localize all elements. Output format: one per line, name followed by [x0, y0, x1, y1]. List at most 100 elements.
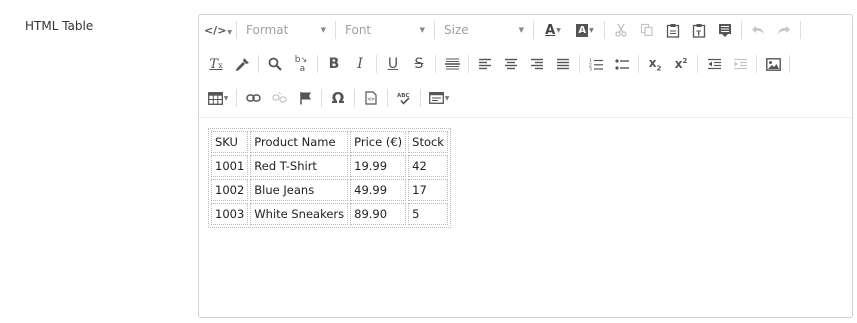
table-cell-stock[interactable]: 5	[408, 203, 448, 225]
bold-button[interactable]: B	[321, 52, 347, 76]
remove-format-icon: Tx	[209, 56, 223, 72]
chevron-down-icon: ▼	[419, 26, 425, 34]
increase-indent-button[interactable]	[727, 52, 753, 76]
table-cell-sku[interactable]: 1003	[211, 203, 249, 225]
spell-check-button[interactable]: ABC	[391, 86, 417, 110]
align-left-button[interactable]	[472, 52, 498, 76]
separator	[579, 55, 580, 73]
table-cell-sku[interactable]: 1002	[211, 179, 249, 201]
editor-toolbar: </>▼ Format ▼ Font ▼ Size ▼ A ▼ A ▼ T Tx…	[199, 15, 852, 115]
chevron-down-icon: ▼	[589, 26, 594, 34]
table-row: 1001 Red T-Shirt 19.99 42	[211, 155, 448, 177]
source-code-button[interactable]: </>▼	[203, 18, 233, 42]
table-cell-price[interactable]: 49.99	[350, 179, 407, 201]
iframe-button[interactable]: <>	[358, 86, 384, 110]
find-button[interactable]	[262, 52, 288, 76]
paste-text-icon: T	[692, 23, 706, 38]
bullet-list-icon	[614, 58, 629, 70]
svg-text:<>: <>	[368, 96, 376, 103]
unlink-icon	[271, 92, 287, 103]
align-justify-button[interactable]	[550, 52, 576, 76]
anchor-button[interactable]	[292, 86, 318, 110]
format-dropdown[interactable]: Format ▼	[240, 18, 332, 42]
strikethrough-icon: S	[414, 56, 424, 72]
table-cell-stock[interactable]: 17	[408, 179, 448, 201]
remove-link-button[interactable]	[266, 86, 292, 110]
undo-button[interactable]	[745, 18, 771, 42]
template-icon	[428, 92, 444, 104]
decrease-indent-button[interactable]	[701, 52, 727, 76]
bold-icon: B	[328, 56, 340, 72]
header-cell-stock[interactable]: Stock	[408, 131, 448, 153]
underline-button[interactable]: U	[380, 52, 406, 76]
paste-text-button[interactable]: T	[686, 18, 712, 42]
header-cell-product-name[interactable]: Product Name	[250, 131, 349, 153]
horizontal-line-icon	[444, 58, 460, 70]
table-row: 1002 Blue Jeans 49.99 17	[211, 179, 448, 201]
separator	[387, 89, 388, 107]
special-character-button[interactable]: Ω	[325, 86, 351, 110]
size-dropdown[interactable]: Size ▼	[438, 18, 530, 42]
background-color-button[interactable]: A ▼	[569, 18, 601, 42]
redo-icon	[778, 26, 790, 34]
header-cell-sku[interactable]: SKU	[211, 131, 249, 153]
clipboard-icon	[666, 23, 680, 38]
separator	[800, 21, 801, 39]
templates-button[interactable]: ▼	[424, 86, 454, 110]
subscript-button[interactable]: x2	[642, 52, 668, 76]
strikethrough-button[interactable]: S	[406, 52, 432, 76]
separator	[789, 55, 790, 73]
align-right-button[interactable]	[524, 52, 550, 76]
numbered-list-button[interactable]: 123	[583, 52, 609, 76]
table-cell-sku[interactable]: 1001	[211, 155, 249, 177]
table-cell-product-name[interactable]: White Sneakers	[250, 203, 349, 225]
underline-icon: U	[387, 56, 399, 72]
align-center-icon	[505, 58, 517, 70]
search-icon	[268, 57, 282, 71]
text-color-icon: A	[545, 22, 556, 38]
italic-icon: I	[357, 56, 363, 72]
cut-button[interactable]	[608, 18, 634, 42]
table-cell-stock[interactable]: 42	[408, 155, 448, 177]
separator	[420, 89, 421, 107]
product-table[interactable]: SKU Product Name Price (€) Stock 1001 Red T-S…	[208, 128, 451, 228]
superscript-icon: x2	[674, 57, 688, 71]
chevron-down-icon: ▼	[320, 26, 326, 34]
table-cell-product-name[interactable]: Blue Jeans	[250, 179, 349, 201]
subscript-icon: x2	[648, 55, 662, 73]
separator	[638, 55, 639, 73]
horizontal-line-button[interactable]	[439, 52, 465, 76]
flag-icon	[299, 92, 311, 105]
rich-text-editor: </>▼ Format ▼ Font ▼ Size ▼ A ▼ A ▼ T Tx…	[198, 14, 853, 318]
text-color-button[interactable]: A ▼	[537, 18, 569, 42]
table-cell-product-name[interactable]: Red T-Shirt	[250, 155, 349, 177]
bullet-list-button[interactable]	[609, 52, 635, 76]
align-left-icon	[479, 58, 491, 70]
separator	[434, 21, 435, 39]
redo-button[interactable]	[771, 18, 797, 42]
svg-text:ABC: ABC	[397, 93, 410, 99]
paste-word-button[interactable]	[712, 18, 738, 42]
table-cell-price[interactable]: 89.90	[350, 203, 407, 225]
table-cell-price[interactable]: 19.99	[350, 155, 407, 177]
insert-table-button[interactable]: ▼	[203, 86, 233, 110]
paste-button[interactable]	[660, 18, 686, 42]
separator	[335, 21, 336, 39]
source-code-icon: </>▼	[203, 23, 233, 37]
remove-format-button[interactable]: Tx	[203, 52, 229, 76]
chevron-down-icon: ▼	[223, 94, 229, 102]
header-cell-price[interactable]: Price (€)	[350, 131, 407, 153]
insert-link-button[interactable]	[240, 86, 266, 110]
font-dropdown[interactable]: Font ▼	[339, 18, 431, 42]
align-center-button[interactable]	[498, 52, 524, 76]
copy-button[interactable]	[634, 18, 660, 42]
size-dropdown-label: Size	[444, 23, 469, 37]
undo-icon	[752, 26, 764, 34]
replace-button[interactable]: b↘ a	[288, 52, 314, 76]
outdent-icon	[707, 58, 721, 69]
editor-content-area[interactable]: SKU Product Name Price (€) Stock 1001 Red T-S…	[199, 117, 852, 317]
superscript-button[interactable]: x2	[668, 52, 694, 76]
insert-image-button[interactable]	[760, 52, 786, 76]
italic-button[interactable]: I	[347, 52, 373, 76]
format-painter-button[interactable]	[229, 52, 255, 76]
